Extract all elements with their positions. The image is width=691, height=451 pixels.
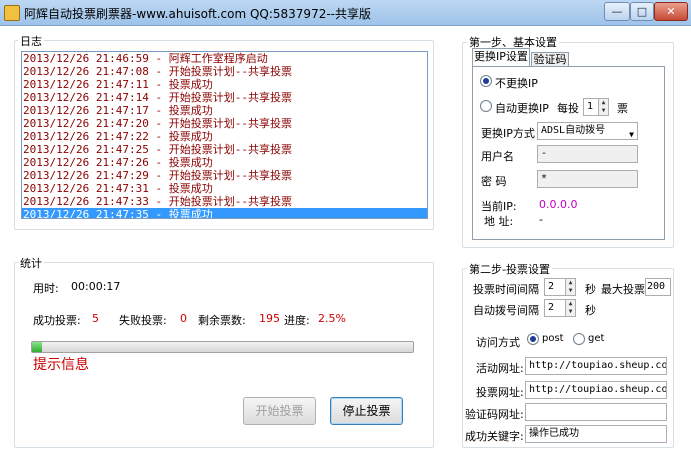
success-count-label: 成功投票: — [33, 314, 81, 327]
password-label: 密 码 — [481, 175, 507, 188]
address-label: 地 址: — [484, 215, 514, 228]
access-method-label: 访问方式 — [476, 336, 520, 349]
time-value: 00:00:17 — [71, 280, 121, 293]
vote-interval-input[interactable]: 2 ▲ ▼ — [544, 278, 576, 296]
redial-interval-input[interactable]: 2 ▲ ▼ — [544, 299, 576, 317]
log-line[interactable]: 2013/12/26 21:47:33 - 开始投票计划--共享投票 — [22, 195, 427, 208]
log-line[interactable]: 2013/12/26 21:47:25 - 开始投票计划--共享投票 — [22, 143, 427, 156]
log-line[interactable]: 2013/12/26 21:47:17 - 投票成功 — [22, 104, 427, 117]
no-change-ip-label[interactable]: 不更换IP — [495, 75, 538, 91]
log-line[interactable]: 2013/12/26 21:47:08 - 开始投票计划--共享投票 — [22, 65, 427, 78]
activity-url-input[interactable]: http://toupiao.sheup.com/ — [525, 357, 667, 375]
vote-interval-spin-up-icon[interactable]: ▲ — [565, 279, 575, 287]
tab-ip-settings[interactable]: 更换IP设置 — [472, 48, 530, 67]
redial-interval-label: 自动拨号间隔 — [473, 304, 539, 317]
vote-interval-value: 2 — [548, 281, 555, 292]
vote-interval-spin-down-icon[interactable]: ▼ — [565, 287, 575, 295]
current-ip-value: 0.0.0.0 — [539, 198, 578, 211]
log-line[interactable]: 2013/12/26 21:47:26 - 投票成功 — [22, 156, 427, 169]
max-vote-label: 最大投票 — [601, 283, 645, 296]
start-vote-button[interactable]: 开始投票 — [243, 397, 316, 425]
close-button[interactable]: ✕ — [654, 2, 688, 21]
minimize-button[interactable]: — — [604, 2, 630, 21]
progress-bar — [31, 341, 414, 353]
every-count-spin-up-icon[interactable]: ▲ — [598, 99, 608, 107]
post-label[interactable]: post — [542, 333, 564, 344]
auto-change-ip-label[interactable]: 自动更换IP — [495, 100, 549, 116]
log-line[interactable]: 2013/12/26 21:47:35 - 投票成功 — [22, 208, 427, 218]
tab-captcha[interactable]: 验证码 — [531, 52, 569, 67]
username-input[interactable]: - — [537, 145, 638, 163]
redial-interval-spin-up-icon[interactable]: ▲ — [565, 300, 575, 308]
log-line[interactable]: 2013/12/26 21:47:22 - 投票成功 — [22, 130, 427, 143]
progress-value: 2.5% — [318, 312, 346, 325]
log-list[interactable]: 2013/12/26 21:46:59 - 阿辉工作室程序启动 2013/12/2… — [21, 51, 428, 219]
remaining-value: 195 — [259, 312, 280, 325]
every-label: 每投 — [557, 102, 579, 115]
hint-text: 提示信息 — [33, 357, 89, 373]
window-title: 阿辉自动投票刷票器-www.ahuisoft.com QQ:5837972--共… — [24, 7, 371, 21]
every-count-value: 1 — [587, 101, 594, 112]
change-ip-method-select[interactable]: ADSL自动拨号 ▼ — [537, 122, 638, 140]
log-group-title: 日志 — [18, 33, 44, 49]
password-input[interactable]: * — [537, 170, 638, 188]
no-change-ip-radio[interactable] — [480, 75, 492, 87]
maximize-button[interactable]: □ — [630, 2, 654, 21]
every-count-input[interactable]: 1 ▲ ▼ — [583, 98, 609, 116]
step2-group-title: 第二步-投票设置 — [467, 261, 552, 277]
change-ip-method-label: 更换IP方式 — [481, 127, 535, 140]
fail-count-label: 失败投票: — [119, 314, 167, 327]
post-radio[interactable] — [527, 333, 539, 345]
activity-url-label: 活动网址: — [476, 362, 524, 375]
captcha-url-label: 验证码网址: — [465, 408, 524, 421]
stop-vote-button[interactable]: 停止投票 — [330, 397, 403, 425]
current-ip-label: 当前IP: — [481, 200, 517, 213]
app-icon — [4, 5, 20, 21]
every-count-spin-down-icon[interactable]: ▼ — [598, 107, 608, 115]
title-bar[interactable]: 阿辉自动投票刷票器-www.ahuisoft.com QQ:5837972--共… — [0, 0, 691, 26]
log-line[interactable]: 2013/12/26 21:47:31 - 投票成功 — [22, 182, 427, 195]
redial-interval-value: 2 — [548, 302, 555, 313]
log-line[interactable]: 2013/12/26 21:47:29 - 开始投票计划--共享投票 — [22, 169, 427, 182]
log-line[interactable]: 2013/12/26 21:47:20 - 开始投票计划--共享投票 — [22, 117, 427, 130]
log-line[interactable]: 2013/12/26 21:47:14 - 开始投票计划--共享投票 — [22, 91, 427, 104]
chevron-down-icon: ▼ — [629, 130, 634, 139]
get-radio[interactable] — [573, 333, 585, 345]
username-label: 用户名 — [481, 150, 514, 163]
redial-interval-spin-down-icon[interactable]: ▼ — [565, 308, 575, 316]
success-count-value: 5 — [92, 312, 99, 325]
change-ip-method-value: ADSL自动拨号 — [541, 125, 606, 136]
get-label[interactable]: get — [588, 333, 604, 344]
fail-count-value: 0 — [180, 312, 187, 325]
stats-group-title: 统计 — [18, 255, 44, 271]
address-value: - — [539, 213, 543, 226]
captcha-url-input[interactable] — [525, 403, 667, 421]
remaining-label: 剩余票数: — [198, 314, 246, 327]
success-keyword-label: 成功关键字: — [465, 430, 524, 443]
vote-url-label: 投票网址: — [476, 386, 524, 399]
progress-fill — [32, 342, 42, 352]
log-line[interactable]: 2013/12/26 21:47:11 - 投票成功 — [22, 78, 427, 91]
success-keyword-input[interactable]: 操作已成功 — [525, 425, 667, 443]
log-line[interactable]: 2013/12/26 21:46:59 - 阿辉工作室程序启动 — [22, 52, 427, 65]
max-vote-input[interactable]: 200 — [645, 278, 671, 296]
vote-url-input[interactable]: http://toupiao.sheup.com/ac — [525, 381, 667, 399]
vote-interval-label: 投票时间间隔 — [473, 283, 539, 296]
redial-interval-unit: 秒 — [585, 304, 596, 317]
time-label: 用时: — [33, 282, 59, 295]
ticket-unit: 票 — [617, 102, 628, 115]
vote-interval-unit: 秒 — [585, 283, 596, 296]
auto-change-ip-radio[interactable] — [480, 100, 492, 112]
progress-label: 进度: — [284, 314, 310, 327]
